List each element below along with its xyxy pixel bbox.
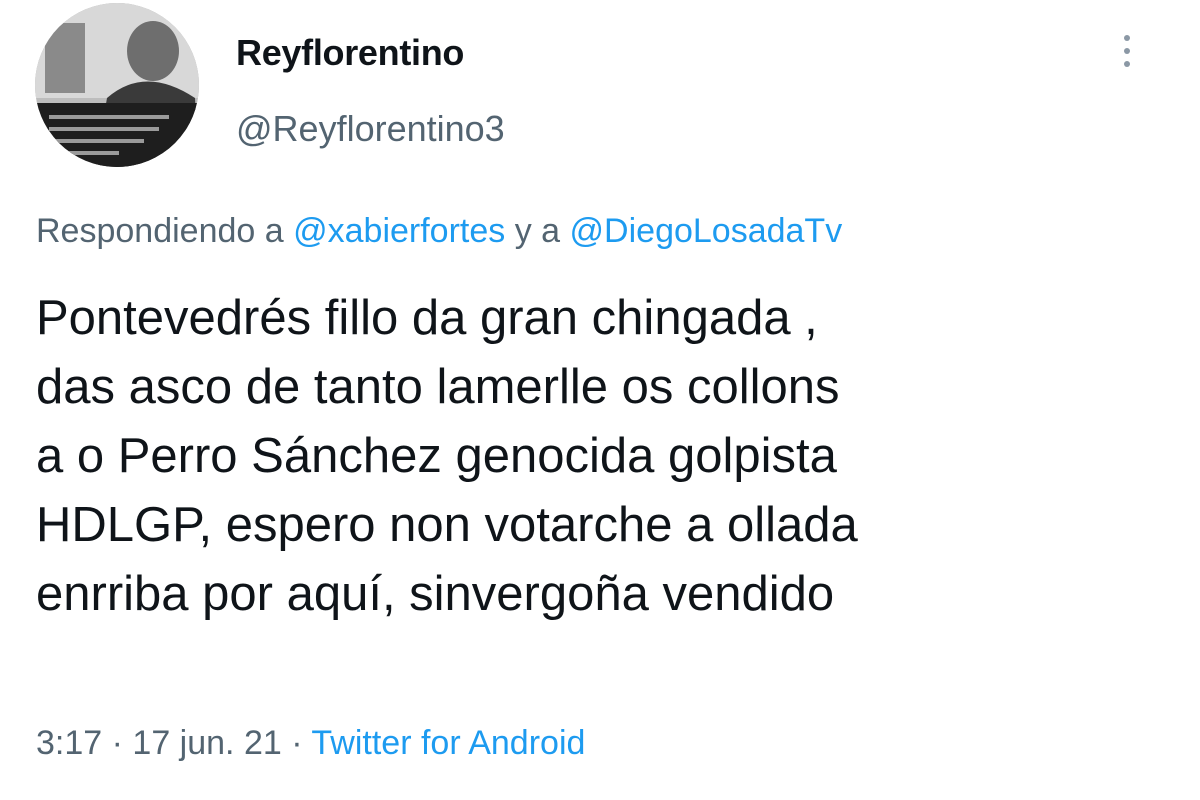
tweet-text-line: das asco de tanto lamerlle os collons (36, 360, 840, 414)
reply-mention-diegolosadatv[interactable]: @DiegoLosadaTv (570, 212, 843, 250)
meta-separator: · (111, 724, 123, 762)
tweet-time[interactable]: 3:17 (36, 724, 102, 762)
reply-context: Respondiendo a @xabierfortes y a @DiegoL… (36, 212, 842, 251)
tweet-metadata: 3:17 · 17 jun. 21 · Twitter for Android (36, 724, 585, 763)
tweet-text: Pontevedrés fillo da gran chingada , das… (36, 284, 1176, 629)
more-vertical-icon[interactable] (1112, 30, 1142, 78)
avatar-image (35, 3, 199, 167)
author-handle[interactable]: @Reyflorentino3 (236, 108, 505, 150)
reply-mention-xabierfortes[interactable]: @xabierfortes (293, 212, 505, 250)
avatar[interactable] (35, 3, 199, 167)
tweet-text-line: enrriba por aquí, sinvergoña vendido (36, 567, 835, 621)
reply-joiner: y a (514, 212, 561, 250)
meta-separator: · (291, 724, 303, 762)
tweet-text-line: Pontevedrés fillo da gran chingada , (36, 291, 818, 345)
tweet-text-line: a o Perro Sánchez genocida golpista (36, 429, 837, 483)
reply-prefix: Respondiendo a (36, 212, 284, 250)
tweet-card: Reyflorentino @Reyflorentino3 Respondien… (0, 0, 1200, 800)
tweet-text-line: HDLGP, espero non votarche a ollada (36, 498, 858, 552)
tweet-source-link[interactable]: Twitter for Android (311, 724, 585, 762)
tweet-date[interactable]: 17 jun. 21 (132, 724, 281, 762)
author-display-name[interactable]: Reyflorentino (236, 32, 464, 74)
